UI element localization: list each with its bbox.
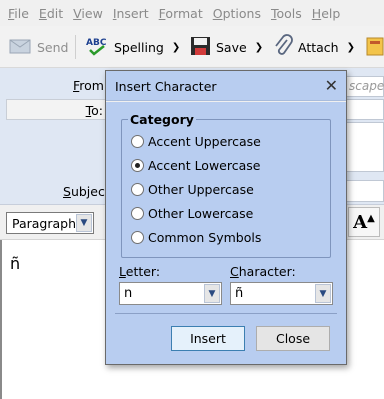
menu-options[interactable]: Options <box>209 6 267 21</box>
chevron-down-icon[interactable]: ▼ <box>76 214 92 232</box>
address-book-button[interactable] <box>366 34 384 60</box>
to-field[interactable] <box>346 99 384 120</box>
radio-label: Common Symbols <box>148 230 262 245</box>
letter-label: Letter: <box>119 264 161 279</box>
insert-character-dialog: Insert Character ✕ Category Accent Upper… <box>105 70 347 365</box>
radio-other-uppercase[interactable]: Other Uppercase <box>131 182 254 197</box>
character-value: ñ <box>235 286 244 301</box>
address-book-icon <box>366 35 384 60</box>
send-label: Send <box>37 39 69 55</box>
chevron-down-icon[interactable]: ▼ <box>204 284 220 303</box>
to-recipient-type[interactable]: To: <box>6 99 108 120</box>
insert-button[interactable]: Insert <box>171 326 245 351</box>
radio-label: Other Lowercase <box>148 206 254 221</box>
attach-button[interactable]: Attach ❯ <box>272 33 355 61</box>
spelling-button[interactable]: ABC Spelling ❯ <box>86 34 180 60</box>
close-icon[interactable]: ✕ <box>325 76 338 95</box>
recipients-list[interactable] <box>346 122 384 172</box>
menu-view[interactable]: View <box>69 6 109 21</box>
menu-format[interactable]: Format <box>155 6 209 21</box>
chevron-down-icon[interactable]: ❯ <box>255 42 263 53</box>
menu-help[interactable]: Help <box>308 6 347 21</box>
menu-tools[interactable]: Tools <box>267 6 308 21</box>
radio-label: Other Uppercase <box>148 182 254 197</box>
letter-select[interactable]: n ▼ <box>119 282 222 305</box>
character-select[interactable]: ñ ▼ <box>230 282 333 305</box>
radio-button[interactable] <box>131 207 144 220</box>
radio-label: Accent Lowercase <box>148 158 261 173</box>
paperclip-icon <box>272 33 294 61</box>
radio-button[interactable] <box>131 135 144 148</box>
category-label: Category <box>128 112 196 127</box>
paragraph-style-value: Paragraph <box>12 215 77 231</box>
menu-insert[interactable]: Insert <box>109 6 155 21</box>
from-field-text: scape <box>349 79 384 93</box>
character-label: Character: <box>230 264 296 279</box>
radio-accent-uppercase[interactable]: Accent Uppercase <box>131 134 261 149</box>
increase-font-size-button[interactable]: A▲ <box>348 207 380 237</box>
chevron-down-icon[interactable]: ❯ <box>172 42 180 53</box>
body-border <box>0 240 2 399</box>
dialog-title: Insert Character <box>115 79 217 94</box>
menu-bar: File Edit View Insert Format Options Too… <box>0 0 384 26</box>
toolbar: Send ABC Spelling ❯ Save ❯ Attach ❯ <box>0 26 384 68</box>
attach-label: Attach <box>298 39 339 55</box>
dialog-titlebar[interactable]: Insert Character ✕ <box>106 71 346 101</box>
font-larger-icon: A▲ <box>353 211 375 233</box>
subject-field[interactable] <box>346 180 384 202</box>
save-button[interactable]: Save ❯ <box>190 34 263 60</box>
menu-edit[interactable]: Edit <box>35 6 69 21</box>
chevron-down-icon[interactable]: ❯ <box>347 42 355 53</box>
from-field[interactable]: scape <box>346 76 384 97</box>
save-icon <box>190 35 212 60</box>
paragraph-style-select[interactable]: Paragraph ▼ <box>6 212 94 234</box>
spellcheck-icon: ABC <box>86 35 110 60</box>
dialog-body: Category Accent Uppercase Accent Lowerca… <box>106 102 346 364</box>
from-label: From: <box>73 78 109 93</box>
toolbar-separator <box>75 35 76 59</box>
radio-button[interactable] <box>131 183 144 196</box>
menu-file[interactable]: File <box>4 6 35 21</box>
radio-other-lowercase[interactable]: Other Lowercase <box>131 206 253 221</box>
radio-label: Accent Uppercase <box>148 134 261 149</box>
close-button[interactable]: Close <box>256 326 330 351</box>
radio-button-selected[interactable] <box>131 159 144 172</box>
spelling-label: Spelling <box>114 39 164 55</box>
radio-common-symbols[interactable]: Common Symbols <box>131 230 261 245</box>
save-label: Save <box>216 39 247 55</box>
radio-accent-lowercase[interactable]: Accent Lowercase <box>131 158 260 173</box>
send-button[interactable]: Send <box>9 34 68 60</box>
dialog-separator <box>115 313 337 314</box>
letter-value: n <box>124 286 133 301</box>
chevron-down-icon[interactable]: ▼ <box>315 284 331 303</box>
to-label: To: <box>85 103 103 118</box>
send-icon <box>9 36 33 59</box>
message-body-text[interactable]: ñ <box>10 254 20 273</box>
radio-button[interactable] <box>131 231 144 244</box>
